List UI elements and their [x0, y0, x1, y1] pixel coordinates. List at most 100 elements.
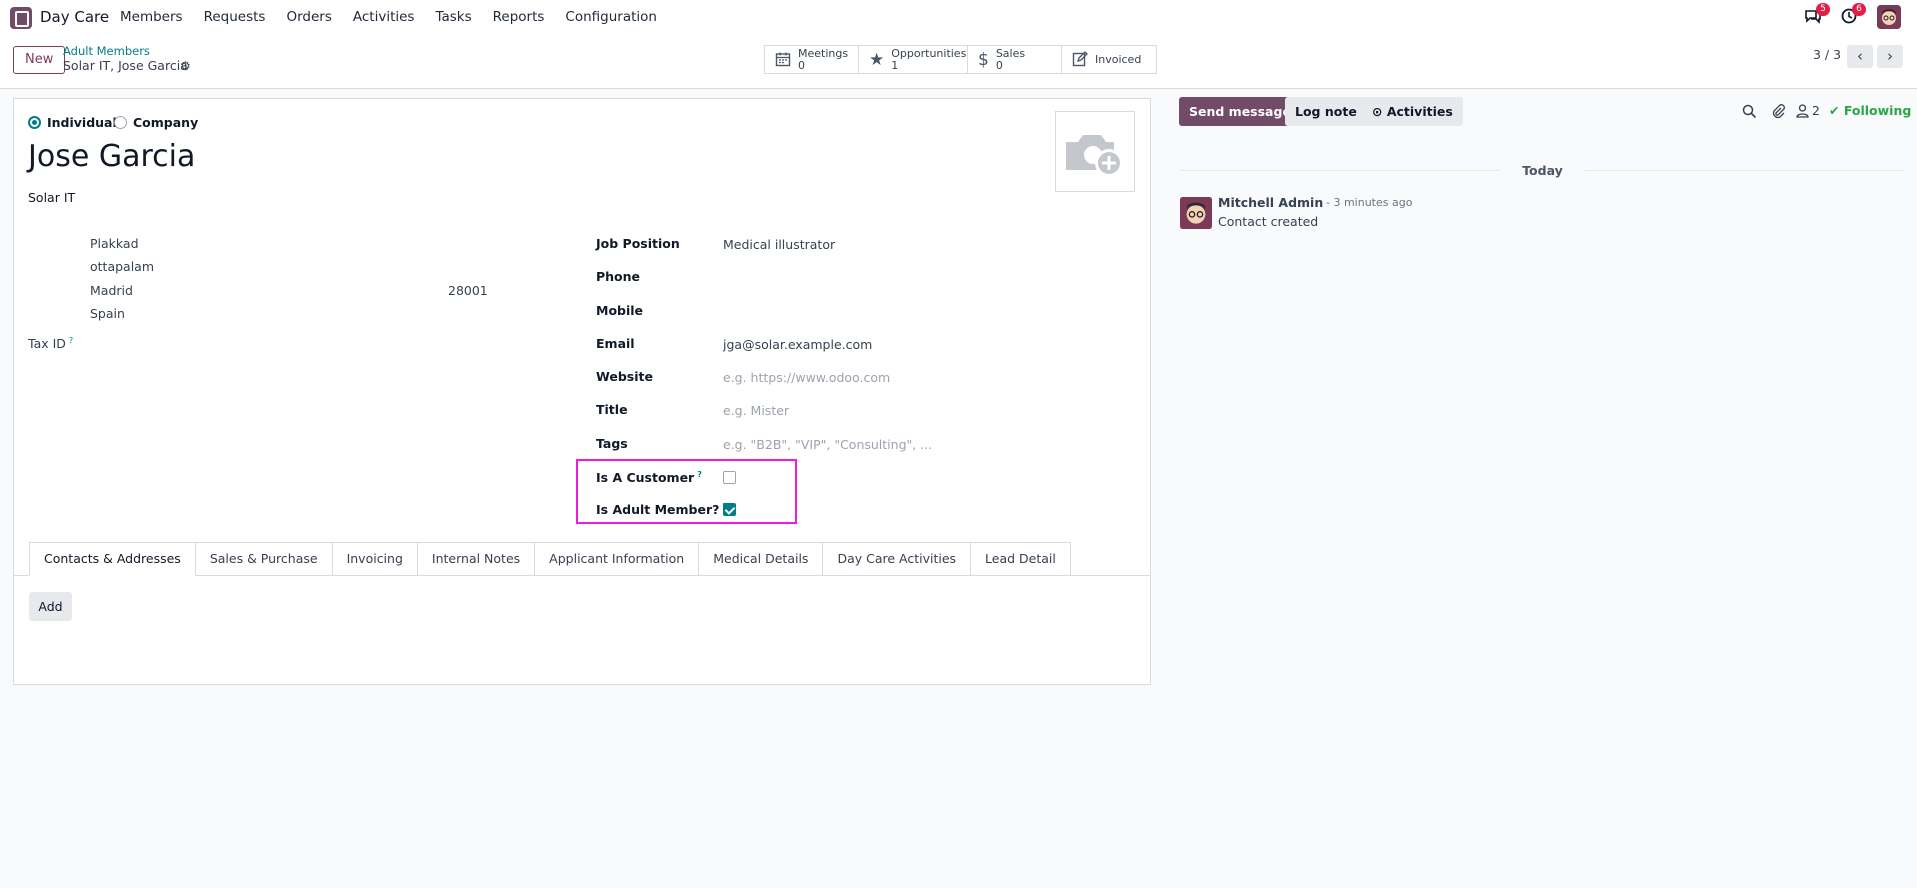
help-tooltip-icon[interactable]: ? [697, 470, 702, 479]
menu-item-orders[interactable]: Orders [286, 9, 331, 25]
new-button[interactable]: New [13, 46, 66, 74]
invoice-icon [1072, 51, 1088, 68]
address-zip[interactable]: 28001 [448, 283, 488, 298]
radio-company[interactable]: Company [114, 115, 198, 130]
following-button[interactable]: ✔ Following [1829, 103, 1911, 118]
menu-item-requests[interactable]: Requests [204, 9, 266, 25]
radio-unchecked-icon [114, 116, 127, 129]
main-menu: Members Requests Orders Activities Tasks… [120, 9, 657, 25]
opportunities-count: 1 [891, 58, 899, 72]
address-country[interactable]: Spain [90, 306, 125, 321]
activities-systray[interactable]: 6 [1840, 3, 1866, 29]
opportunities-smart-button[interactable]: ★ Opportunities 1 [859, 46, 968, 73]
pager-next-button[interactable]: › [1877, 45, 1903, 68]
address-street2[interactable]: ottapalam [90, 259, 154, 274]
user-icon [1796, 103, 1809, 118]
radio-checked-icon [28, 116, 41, 129]
app-logo-icon[interactable] [10, 7, 32, 29]
address-city[interactable]: Madrid [90, 283, 133, 298]
day-separator: Today [1180, 163, 1905, 185]
send-message-button[interactable]: Send message [1179, 97, 1301, 126]
is-adult-member-label: Is Adult Member?? [596, 502, 727, 517]
menu-item-activities[interactable]: Activities [353, 9, 415, 25]
job-position-value[interactable]: Medical illustrator [723, 237, 835, 252]
help-tooltip-icon[interactable]: ? [69, 336, 73, 345]
add-contact-button[interactable]: Add [29, 592, 72, 621]
sales-count: 0 [995, 58, 1003, 72]
menu-item-configuration[interactable]: Configuration [565, 9, 657, 25]
check-icon: ✔ [1829, 103, 1844, 118]
menu-item-reports[interactable]: Reports [493, 9, 545, 25]
menu-item-tasks[interactable]: Tasks [435, 9, 471, 25]
notebook-tabs: Contacts & Addresses Sales & Purchase In… [29, 542, 1071, 576]
tab-medical-details[interactable]: Medical Details [699, 542, 824, 576]
dollar-icon: $ [978, 49, 989, 70]
camera-add-icon [1066, 135, 1123, 177]
radio-individual[interactable]: Individual [28, 115, 117, 130]
radio-company-label: Company [133, 115, 199, 130]
user-avatar[interactable] [1877, 5, 1901, 29]
log-note-button[interactable]: Log note [1285, 97, 1367, 126]
is-customer-label: Is A Customer? [596, 470, 702, 485]
followers-button[interactable]: 2 [1796, 103, 1820, 118]
phone-input[interactable] [723, 269, 923, 285]
followers-count: 2 [1812, 103, 1820, 118]
following-label: Following [1843, 103, 1912, 118]
tab-contacts-addresses[interactable]: Contacts & Addresses [29, 542, 196, 576]
title-label: Title [596, 402, 628, 417]
tab-day-care-activities[interactable]: Day Care Activities [823, 542, 972, 576]
is-customer-label-text: Is A Customer [596, 470, 695, 485]
tax-id-label-text: Tax ID [28, 336, 66, 351]
meetings-label: Meetings [798, 46, 849, 60]
tab-sales-purchase[interactable]: Sales & Purchase [195, 542, 333, 576]
is-adult-member-checkbox[interactable] [723, 503, 736, 516]
message-author[interactable]: Mitchell Admin [1218, 195, 1323, 210]
invoiced-smart-button[interactable]: Invoiced [1062, 46, 1156, 73]
avatar-face-icon [1180, 197, 1212, 229]
website-label: Website [596, 369, 653, 384]
author-avatar[interactable] [1180, 197, 1212, 229]
tab-invoicing[interactable]: Invoicing [332, 542, 418, 576]
opportunities-label: Opportunities [891, 46, 967, 60]
title-input[interactable]: e.g. Mister [723, 403, 789, 418]
activities-button[interactable]: ⊙ Activities [1362, 97, 1463, 126]
tags-input[interactable]: e.g. "B2B", "VIP", "Consulting", ... [723, 437, 932, 452]
breadcrumb-current: Solar IT, Jose Garcia [63, 58, 188, 73]
tab-applicant-information[interactable]: Applicant Information [535, 542, 700, 576]
job-position-label: Job Position [596, 236, 680, 251]
mobile-input[interactable] [723, 303, 923, 319]
meetings-count: 0 [798, 58, 805, 72]
breadcrumb-parent[interactable]: Adult Members [63, 44, 150, 58]
company-name[interactable]: Solar IT [28, 190, 75, 205]
star-icon: ★ [869, 49, 885, 70]
gear-icon[interactable]: ⚙ [180, 59, 191, 73]
app-name[interactable]: Day Care [40, 8, 109, 26]
address-street[interactable]: Plakkad [90, 236, 139, 251]
messages-systray[interactable]: 5 [1804, 3, 1830, 29]
is-customer-checkbox[interactable] [723, 471, 736, 484]
pager-previous-button[interactable]: ‹ [1847, 45, 1873, 68]
invoiced-label: Invoiced [1095, 52, 1142, 66]
website-input[interactable]: e.g. https://www.odoo.com [723, 370, 890, 385]
attachment-icon[interactable] [1770, 103, 1786, 122]
messages-badge: 5 [1816, 3, 1830, 16]
mobile-label: Mobile [596, 303, 644, 318]
chevron-right-icon: › [1887, 47, 1893, 65]
tax-id-label: Tax ID? [28, 336, 73, 351]
clock-icon: ⊙ [1372, 104, 1387, 119]
tab-lead-detail[interactable]: Lead Detail [971, 542, 1071, 576]
search-messages-icon[interactable] [1742, 104, 1757, 122]
message-body: Contact created [1218, 214, 1319, 229]
menu-item-members[interactable]: Members [120, 9, 183, 25]
contact-name[interactable]: Jose Garcia [28, 139, 195, 174]
meetings-smart-button[interactable]: Meetings 0 [765, 46, 859, 73]
sales-smart-button[interactable]: $ Sales 0 [968, 46, 1062, 73]
tab-internal-notes[interactable]: Internal Notes [417, 542, 536, 576]
photo-upload[interactable] [1055, 111, 1135, 192]
pager-value[interactable]: 3 / 3 [1813, 47, 1841, 62]
activities-button-label: Activities [1386, 104, 1453, 119]
phone-label: Phone [596, 269, 641, 284]
email-value[interactable]: jga@solar.example.com [723, 337, 872, 352]
is-adult-member-label-text: Is Adult Member? [596, 502, 720, 517]
form-sheet [13, 98, 1151, 685]
